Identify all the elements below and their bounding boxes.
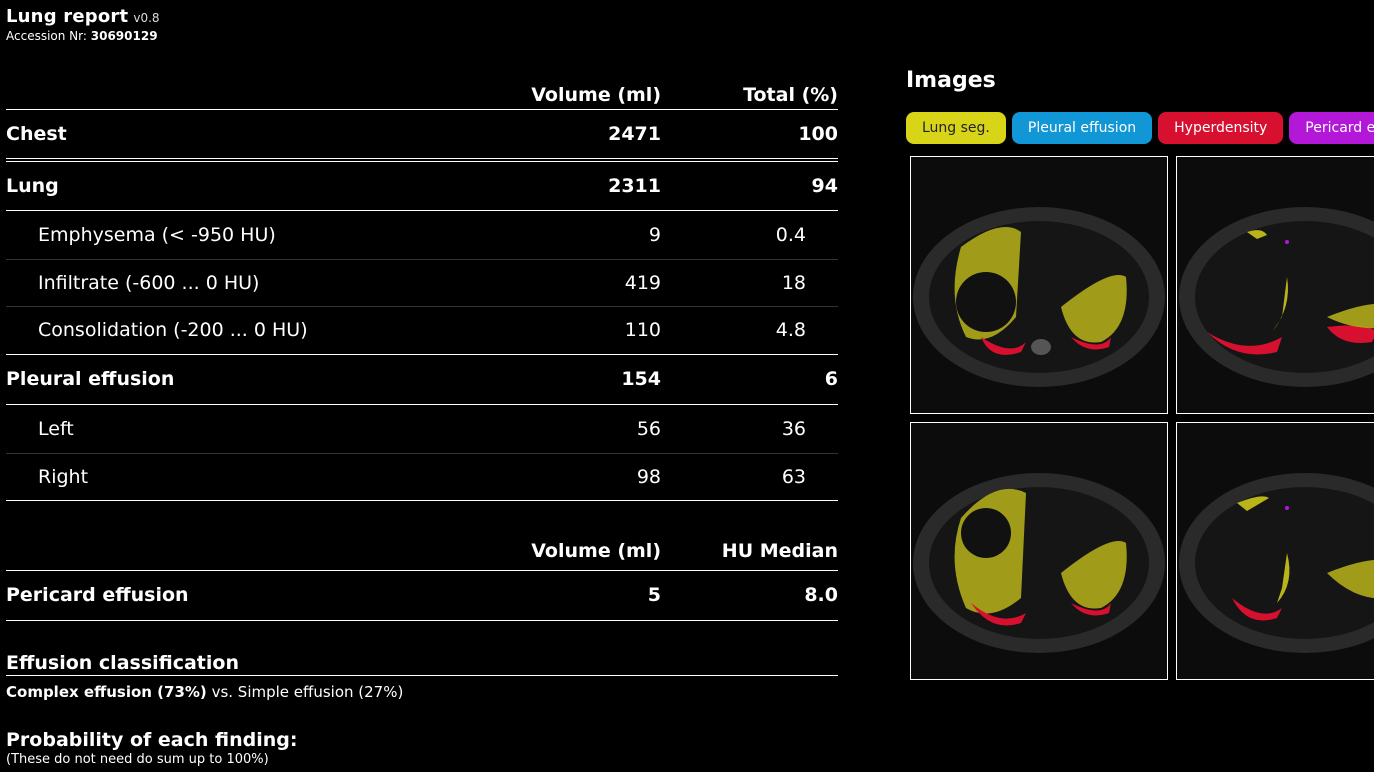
probability-note: (These do not need do sum up to 100%) (6, 752, 269, 767)
images-title: Images (906, 68, 996, 93)
row-label: Chest (6, 123, 67, 145)
volume-table-header: Volume (ml) Total (%) (6, 82, 838, 108)
pericard-table-header: Volume (ml) HU Median (6, 538, 838, 564)
row-volume: 98 (636, 466, 661, 488)
report-title: Lung report (6, 6, 129, 27)
row-volume: 154 (621, 368, 661, 390)
row-label: Consolidation (-200 ... 0 HU) (38, 319, 308, 341)
row-label: Pleural effusion (6, 368, 175, 390)
row-volume: 110 (624, 319, 661, 341)
row-label: Infiltrate (-600 ... 0 HU) (38, 272, 260, 294)
row-total: 0.4 (775, 224, 806, 246)
effusion-classification-title: Effusion classification (6, 652, 239, 674)
report-header: Lung report v0.8 Accession Nr: 30690129 (6, 6, 160, 43)
row-volume: 56 (636, 418, 661, 440)
row-volume: 9 (648, 224, 661, 246)
simple-effusion: vs. Simple effusion (27%) (206, 683, 404, 701)
row-emphysema: Emphysema (< -950 HU) 9 0.4 (6, 211, 838, 259)
row-lung: Lung 2311 94 (6, 162, 838, 210)
divider (6, 500, 838, 501)
row-total: 4.8 (775, 319, 806, 341)
row-hu: 8.0 (804, 584, 838, 606)
row-label: Lung (6, 175, 59, 197)
row-volume: 2471 (608, 123, 661, 145)
col-volume-header: Volume (ml) (531, 84, 661, 106)
col-volume-header: Volume (ml) (531, 540, 661, 562)
col-hu-header: HU Median (721, 540, 838, 562)
divider (6, 675, 838, 676)
row-total: 36 (781, 418, 806, 440)
row-label: Right (38, 466, 89, 488)
row-volume: 2311 (608, 175, 661, 197)
row-left: Left 56 36 (6, 405, 838, 453)
accession-label: Accession Nr: (6, 29, 87, 43)
row-volume: 5 (647, 584, 661, 606)
ct-image-4[interactable] (1176, 422, 1374, 680)
col-total-header: Total (%) (743, 84, 838, 106)
row-right: Right 98 63 (6, 454, 838, 500)
row-consolidation: Consolidation (-200 ... 0 HU) 110 4.8 (6, 307, 838, 353)
row-pericard-effusion: Pericard effusion 5 8.0 (6, 571, 838, 619)
chip-pleural-effusion[interactable]: Pleural effusion (1011, 112, 1153, 144)
divider (6, 158, 838, 159)
row-label: Emphysema (< -950 HU) (38, 224, 276, 246)
report-version: v0.8 (133, 11, 160, 25)
row-label: Pericard effusion (6, 584, 189, 606)
ct-image-3[interactable] (910, 422, 1168, 680)
row-label: Left (38, 418, 74, 440)
probability-title: Probability of each finding: (6, 729, 298, 751)
divider (6, 620, 838, 621)
ct-image-2[interactable] (1176, 156, 1374, 414)
ct-image-1[interactable] (910, 156, 1168, 414)
chip-hyperdensity[interactable]: Hyperdensity (1158, 112, 1284, 144)
row-pleural-effusion: Pleural effusion 154 6 (6, 355, 838, 403)
accession-line: Accession Nr: 30690129 (6, 29, 160, 43)
row-total: 100 (798, 123, 838, 145)
row-chest: Chest 2471 100 (6, 110, 838, 158)
complex-effusion: Complex effusion (73%) (6, 683, 207, 701)
chip-lung-seg[interactable]: Lung seg. (906, 112, 1006, 144)
overlay-toggle-bar: Lung seg. Pleural effusion Hyperdensity … (906, 112, 1374, 144)
row-volume: 419 (624, 272, 661, 294)
row-total: 63 (781, 466, 806, 488)
chip-pericard-effusion[interactable]: Pericard effusion (1289, 112, 1374, 144)
row-total: 18 (781, 272, 806, 294)
row-total: 6 (824, 368, 838, 390)
row-total: 94 (811, 175, 838, 197)
row-infiltrate: Infiltrate (-600 ... 0 HU) 419 18 (6, 260, 838, 306)
accession-value: 30690129 (90, 29, 158, 43)
effusion-classification-text: Complex effusion (73%) vs. Simple effusi… (6, 683, 403, 701)
